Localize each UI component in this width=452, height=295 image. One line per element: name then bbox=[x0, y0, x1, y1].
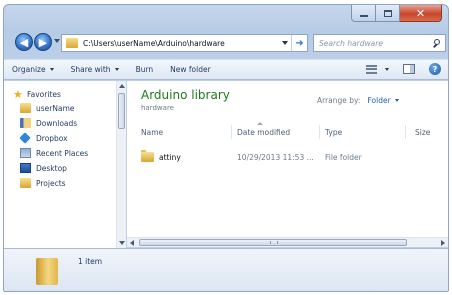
forward-button[interactable]: ▶ bbox=[34, 33, 52, 51]
arrange-by-dropdown[interactable]: Folder bbox=[367, 96, 390, 105]
sidebar-item-downloads[interactable]: Downloads bbox=[20, 118, 77, 128]
refresh-button[interactable]: ➜ bbox=[291, 35, 307, 51]
scroll-left-icon[interactable] bbox=[130, 240, 134, 246]
command-bar: Organize Share with Burn New folder ? bbox=[4, 59, 448, 80]
folder-icon bbox=[20, 178, 31, 188]
chevron-down-icon bbox=[282, 41, 288, 45]
scrollbar-thumb[interactable] bbox=[118, 93, 125, 129]
horizontal-scrollbar[interactable] bbox=[127, 237, 448, 247]
close-icon: ✕ bbox=[415, 6, 426, 20]
address-bar[interactable]: C:\Users\userName\Arduino\hardware ➜ bbox=[61, 34, 308, 52]
file-type-cell: File folder bbox=[325, 153, 362, 162]
sidebar-item-label: Desktop bbox=[36, 163, 67, 173]
address-path[interactable]: C:\Users\userName\Arduino\hardware bbox=[83, 39, 279, 48]
file-date-cell: 10/29/2013 11:53 ... bbox=[237, 153, 314, 162]
organize-menu[interactable]: Organize bbox=[12, 65, 54, 74]
file-name: attiny bbox=[159, 152, 181, 162]
burn-label: Burn bbox=[135, 65, 154, 74]
search-icon[interactable] bbox=[431, 35, 445, 51]
organize-label: Organize bbox=[12, 65, 46, 74]
back-button[interactable]: ◀ bbox=[15, 33, 33, 51]
sidebar-item-label: Recent Places bbox=[36, 148, 89, 158]
item-count: 1 item bbox=[78, 257, 103, 266]
forward-arrow-icon: ▶ bbox=[38, 35, 48, 49]
dropbox-icon bbox=[20, 133, 31, 143]
new-folder-label: New folder bbox=[170, 65, 211, 74]
maximize-icon bbox=[383, 9, 392, 17]
column-header-type[interactable]: Type bbox=[325, 128, 342, 137]
view-controls: ? bbox=[366, 63, 441, 75]
chevron-down-icon bbox=[49, 68, 54, 71]
chevron-down-icon[interactable] bbox=[394, 99, 399, 102]
go-arrow-icon: ➜ bbox=[295, 37, 304, 49]
search-input[interactable] bbox=[314, 38, 431, 48]
sidebar-item-recent-places[interactable]: Recent Places bbox=[20, 148, 88, 158]
grip-icon bbox=[270, 241, 278, 244]
favorites-label: Favorites bbox=[27, 90, 61, 99]
sidebar-item-label: userName bbox=[36, 103, 75, 113]
file-list-pane: Arduino library hardware Arrange by: Fol… bbox=[127, 81, 448, 237]
address-history-dropdown[interactable] bbox=[279, 35, 291, 51]
chevron-down-icon bbox=[114, 68, 119, 71]
share-with-menu[interactable]: Share with bbox=[71, 65, 119, 74]
sidebar-item-label: Dropbox bbox=[36, 133, 68, 143]
column-header-name[interactable]: Name bbox=[141, 128, 163, 137]
scrollbar-thumb[interactable] bbox=[139, 239, 407, 246]
column-divider[interactable] bbox=[319, 125, 320, 139]
file-name-cell[interactable]: attiny bbox=[141, 150, 181, 162]
scroll-right-icon[interactable] bbox=[441, 240, 445, 246]
scroll-down-icon[interactable] bbox=[119, 241, 125, 245]
back-arrow-icon: ◀ bbox=[19, 35, 29, 49]
window-controls: ✕ bbox=[351, 5, 442, 23]
folder-icon bbox=[141, 150, 154, 162]
sidebar-scrollbar[interactable] bbox=[116, 81, 126, 248]
desktop-icon bbox=[20, 163, 31, 173]
search-box[interactable] bbox=[313, 34, 446, 52]
help-icon[interactable]: ? bbox=[429, 63, 441, 75]
arrange-by: Arrange by: Folder bbox=[317, 96, 399, 105]
sidebar-item-username[interactable]: userName bbox=[20, 103, 75, 113]
minimize-button[interactable] bbox=[351, 5, 376, 22]
minimize-icon bbox=[359, 14, 368, 17]
downloads-icon bbox=[20, 118, 31, 128]
preview-pane-icon[interactable] bbox=[403, 64, 415, 74]
recent-pages-dropdown[interactable] bbox=[54, 39, 60, 43]
sort-arrow-icon bbox=[257, 122, 263, 125]
recent-places-icon bbox=[20, 148, 31, 158]
library-subtitle: hardware bbox=[141, 104, 174, 112]
folder-icon bbox=[36, 258, 58, 285]
maximize-button[interactable] bbox=[376, 5, 400, 22]
library-title: Arduino library bbox=[141, 88, 230, 102]
sidebar-item-label: Projects bbox=[36, 178, 66, 188]
change-view-icon[interactable] bbox=[366, 64, 377, 74]
column-header-size[interactable]: Size bbox=[415, 128, 430, 137]
scroll-up-icon[interactable] bbox=[119, 84, 125, 88]
navigation-pane: ★ Favorites userName Downloads Dropbox R… bbox=[4, 81, 126, 248]
folder-icon bbox=[20, 103, 31, 113]
view-options-dropdown[interactable] bbox=[385, 67, 389, 71]
column-header-date-modified[interactable]: Date modified bbox=[237, 128, 290, 137]
star-icon: ★ bbox=[13, 88, 23, 101]
arrange-by-label: Arrange by: bbox=[317, 96, 361, 105]
burn-button[interactable]: Burn bbox=[136, 65, 154, 74]
sidebar-item-projects[interactable]: Projects bbox=[20, 178, 66, 188]
sidebar-item-dropbox[interactable]: Dropbox bbox=[20, 133, 68, 143]
new-folder-button[interactable]: New folder bbox=[170, 65, 211, 74]
share-with-label: Share with bbox=[70, 65, 111, 74]
folder-icon bbox=[66, 38, 78, 48]
sidebar-item-label: Downloads bbox=[36, 118, 78, 128]
column-divider[interactable] bbox=[231, 125, 232, 139]
file-row[interactable]: attiny 10/29/2013 11:53 ... File folder bbox=[141, 150, 441, 165]
explorer-window: ✕ ◀ ▶ C:\Users\userName\Arduino\hardware… bbox=[3, 4, 449, 292]
sidebar-item-desktop[interactable]: Desktop bbox=[20, 163, 67, 173]
column-divider[interactable] bbox=[405, 125, 406, 139]
close-button[interactable]: ✕ bbox=[400, 5, 442, 22]
sidebar-favorites[interactable]: ★ Favorites bbox=[13, 89, 61, 100]
details-pane: 1 item bbox=[4, 248, 448, 291]
